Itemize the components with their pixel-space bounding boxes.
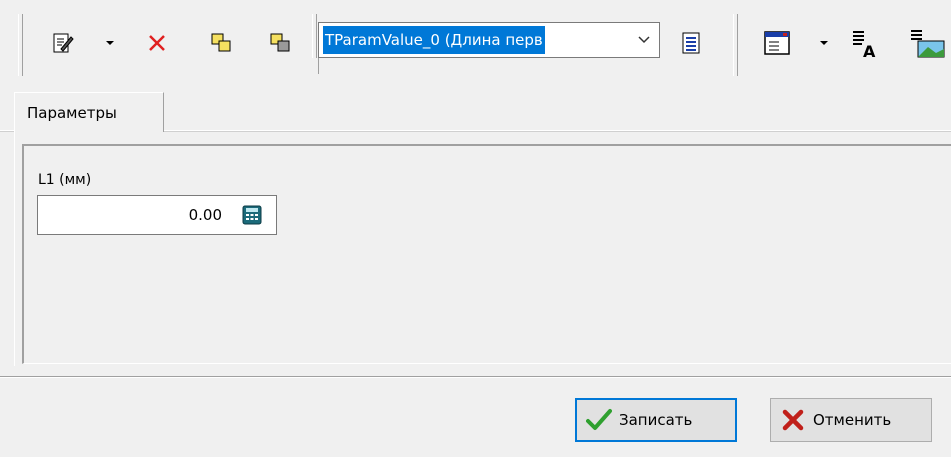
edit-dropdown-arrow-icon[interactable] [106,41,114,45]
image-format-icon [906,27,946,59]
cancel-button-label: Отменить [813,411,892,429]
checkmark-icon [585,406,613,434]
tab-parameters-label: Параметры [27,103,117,122]
parameters-group [22,144,951,364]
copy-button[interactable] [204,26,238,60]
tab-parameters[interactable]: Параметры [14,92,164,132]
field-label-l1: L1 (мм) [38,172,92,188]
toolbar: TParamValue_0 (Длина перв A [0,0,951,92]
cancel-button[interactable]: Отменить [770,398,932,442]
combo-arrow-icon[interactable] [631,26,657,54]
image-format-button[interactable] [906,26,951,60]
form-layout-dropdown-arrow-icon[interactable] [820,41,828,45]
list-button[interactable] [674,26,708,60]
save-button[interactable]: Записать [575,398,737,442]
list-icon [681,31,701,55]
l1-input-value: 0.00 [188,206,222,224]
svg-text:A: A [863,42,876,58]
parameter-combo[interactable]: TParamValue_0 (Длина перв [318,22,660,58]
calculator-icon[interactable] [242,205,262,225]
toolbar-grip-3[interactable] [733,14,738,76]
combo-divider [318,58,319,74]
save-button-label: Записать [619,411,693,429]
toolbar-grip-2 [312,14,317,58]
toolbar-grip[interactable] [18,14,23,76]
parameter-combo-value: TParamValue_0 (Длина перв [323,26,545,54]
edit-icon [51,31,75,55]
footer-separator-highlight [0,377,951,378]
paste-icon [268,31,292,55]
form-layout-button[interactable] [760,26,794,60]
text-format-icon: A [848,28,878,58]
l1-input[interactable]: 0.00 [37,195,277,235]
text-format-button[interactable]: A [846,26,880,60]
close-icon [779,406,807,434]
copy-icon [209,31,233,55]
paste-button[interactable] [263,26,297,60]
edit-button[interactable] [46,26,80,60]
delete-icon [146,32,168,54]
delete-button[interactable] [140,26,174,60]
form-layout-icon [763,30,791,56]
